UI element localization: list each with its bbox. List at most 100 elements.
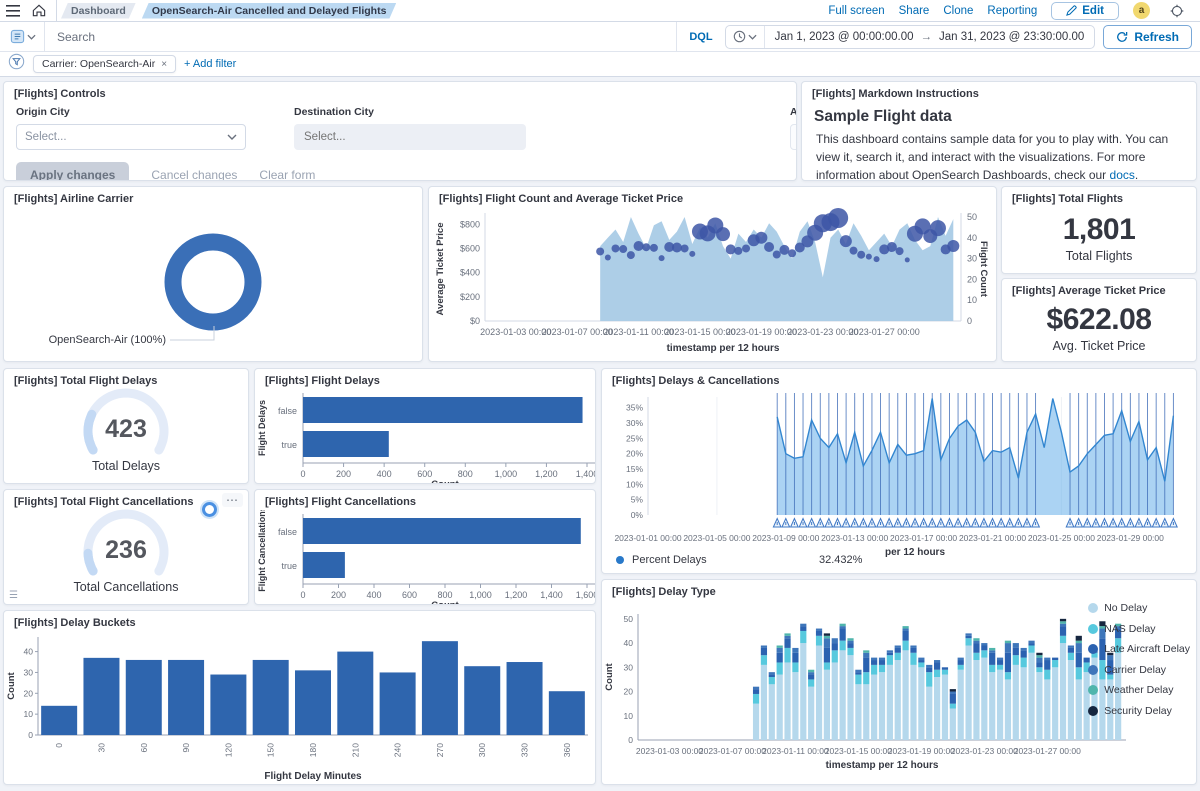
refresh-label: Refresh	[1134, 30, 1179, 44]
svg-text:0: 0	[28, 730, 33, 740]
svg-text:200: 200	[331, 590, 346, 600]
panel-title: [Flights] Delay Buckets	[4, 611, 595, 631]
delay-buckets-bar-chart[interactable]: 0102030400306090120150180210240270300330…	[4, 631, 595, 785]
saved-query-icon[interactable]	[0, 22, 45, 51]
legend-toggle-icon[interactable]: ☰	[9, 590, 18, 601]
filter-icon[interactable]	[8, 53, 25, 75]
svg-text:Average Ticket Price: Average Ticket Price	[435, 223, 446, 316]
cancel-changes-button[interactable]: Cancel changes	[151, 168, 237, 181]
svg-text:1,400: 1,400	[540, 590, 563, 600]
markdown-body: This dashboard contains sample data for …	[802, 130, 1196, 181]
svg-text:20: 20	[967, 274, 977, 284]
date-from[interactable]: Jan 1, 2023 @ 00:00:00.00	[775, 31, 914, 43]
panel-title: [Flights] Controls	[4, 82, 796, 102]
legend-item[interactable]: Weather Delay	[1088, 684, 1190, 696]
svg-text:0: 0	[300, 469, 305, 479]
airline-carrier-donut-chart[interactable]: OpenSearch-Air (100%)	[4, 207, 422, 359]
origin-city-placeholder: Select...	[25, 131, 67, 143]
total-delays-label: Total Delays	[4, 459, 248, 473]
svg-text:timestamp per 12 hours: timestamp per 12 hours	[667, 343, 780, 354]
legend-item[interactable]: No Delay	[1088, 602, 1190, 614]
svg-text:2023-01-19 00:00: 2023-01-19 00:00	[726, 327, 797, 337]
clear-form-button[interactable]: Clear form	[259, 168, 315, 181]
destination-city-select[interactable]	[294, 124, 526, 150]
svg-text:Count: Count	[6, 671, 17, 699]
svg-text:Flight Count: Flight Count	[978, 241, 989, 298]
refresh-button[interactable]: Refresh	[1103, 25, 1192, 49]
flight-delays-bar-chart[interactable]: falsetrue02004006008001,0001,2001,400Cou…	[255, 389, 595, 484]
panel-flight-cancellations: [Flights] Flight Cancellations falsetrue…	[254, 489, 596, 605]
pencil-icon	[1066, 5, 1077, 16]
date-range[interactable]: Jan 1, 2023 @ 00:00:00.00 → Jan 31, 2023…	[765, 31, 1095, 43]
svg-text:true: true	[281, 440, 297, 450]
total-cancellations-value: 236	[4, 536, 248, 565]
legend-item[interactable]: NAS Delay	[1088, 623, 1190, 635]
dql-toggle[interactable]: DQL	[676, 22, 724, 51]
date-to[interactable]: Jan 31, 2023 @ 23:30:00.00	[939, 31, 1084, 43]
markdown-text-end: .	[1135, 168, 1138, 181]
reporting-link[interactable]: Reporting	[987, 5, 1037, 17]
clock-icon[interactable]	[726, 26, 765, 48]
legend-item[interactable]: Late Aircraft Delay	[1088, 643, 1190, 655]
docs-link[interactable]: docs	[1110, 168, 1135, 181]
svg-text:20: 20	[624, 687, 634, 697]
legend-label: No Delay	[1104, 602, 1147, 614]
legend-label: Weather Delay	[1104, 684, 1173, 696]
full-screen-link[interactable]: Full screen	[828, 5, 884, 17]
svg-text:2023-01-27 00:00: 2023-01-27 00:00	[849, 327, 920, 337]
panel-title: [Flights] Flight Delays	[255, 369, 595, 389]
close-icon[interactable]: ×	[161, 59, 167, 70]
share-link[interactable]: Share	[899, 5, 930, 17]
home-icon[interactable]	[26, 0, 52, 22]
avatar[interactable]: a	[1133, 2, 1150, 19]
total-flights-value: 1,801	[1002, 213, 1196, 247]
menu-icon[interactable]	[0, 0, 26, 22]
svg-text:0: 0	[54, 743, 64, 748]
svg-text:2023-01-15 00:00: 2023-01-15 00:00	[825, 746, 892, 756]
add-filter-link[interactable]: + Add filter	[184, 58, 236, 70]
total-flights-label: Total Flights	[1002, 249, 1196, 263]
edit-label: Edit	[1082, 5, 1104, 17]
svg-text:2023-01-17 00:00: 2023-01-17 00:00	[890, 533, 957, 543]
clone-link[interactable]: Clone	[943, 5, 973, 17]
panel-title: [Flights] Airline Carrier	[4, 187, 422, 207]
percent-delays-legend[interactable]: Percent Delays 32.432%	[616, 554, 707, 566]
svg-text:2023-01-03 00:00: 2023-01-03 00:00	[480, 327, 551, 337]
svg-text:1,000: 1,000	[495, 469, 518, 479]
controls-target-icon[interactable]	[1164, 0, 1190, 22]
svg-text:40: 40	[967, 233, 977, 243]
svg-text:1,200: 1,200	[535, 469, 558, 479]
legend-dot	[1088, 603, 1098, 613]
svg-text:20%: 20%	[626, 449, 643, 459]
legend-item[interactable]: Security Delay	[1088, 705, 1190, 717]
panel-title: [Flights] Flight Count and Average Ticke…	[429, 187, 996, 207]
svg-text:330: 330	[520, 743, 530, 757]
legend-item[interactable]: Carrier Delay	[1088, 664, 1190, 676]
breadcrumb-dashboard[interactable]: Dashboard	[61, 3, 136, 19]
edit-button[interactable]: Edit	[1051, 2, 1119, 20]
svg-text:true: true	[281, 561, 297, 571]
svg-text:$200: $200	[460, 292, 480, 302]
legend-dot	[616, 556, 624, 564]
price-min-input[interactable]	[790, 124, 797, 150]
svg-text:0: 0	[300, 590, 305, 600]
svg-text:per 12 hours: per 12 hours	[885, 547, 945, 557]
panel-title: [Flights] Total Flights	[1002, 187, 1196, 207]
apply-changes-button[interactable]: Apply changes	[16, 162, 129, 181]
panel-delay-type: [Flights] Delay Type 010203040502023-01-…	[601, 579, 1197, 785]
filter-bar: Carrier: OpenSearch-Air × + Add filter	[0, 52, 1200, 77]
svg-text:0%: 0%	[631, 510, 644, 520]
svg-text:50: 50	[967, 212, 977, 222]
svg-text:Flight Delays: Flight Delays	[257, 400, 267, 456]
search-input[interactable]	[45, 30, 676, 44]
flight-count-price-chart[interactable]: $0$200$400$600$800010203040502023-01-03 …	[429, 207, 996, 359]
panel-delay-buckets: [Flights] Delay Buckets 0102030400306090…	[3, 610, 596, 785]
svg-text:2023-01-11 00:00: 2023-01-11 00:00	[762, 746, 829, 756]
filter-chip-carrier[interactable]: Carrier: OpenSearch-Air ×	[33, 55, 176, 73]
delay-type-legend: No Delay NAS Delay Late Aircraft Delay Carr…	[1088, 602, 1190, 717]
svg-text:2023-01-27 00:00: 2023-01-27 00:00	[1014, 746, 1081, 756]
delays-cancellations-chart[interactable]: 0%5%10%15%20%25%30%35%2023-01-01 00:0020…	[602, 389, 1196, 557]
flight-cancellations-bar-chart[interactable]: falsetrue02004006008001,0001,2001,4001,6…	[255, 510, 595, 605]
markdown-heading: Sample Flight data	[802, 102, 1196, 130]
origin-city-select[interactable]: Select...	[16, 124, 246, 150]
